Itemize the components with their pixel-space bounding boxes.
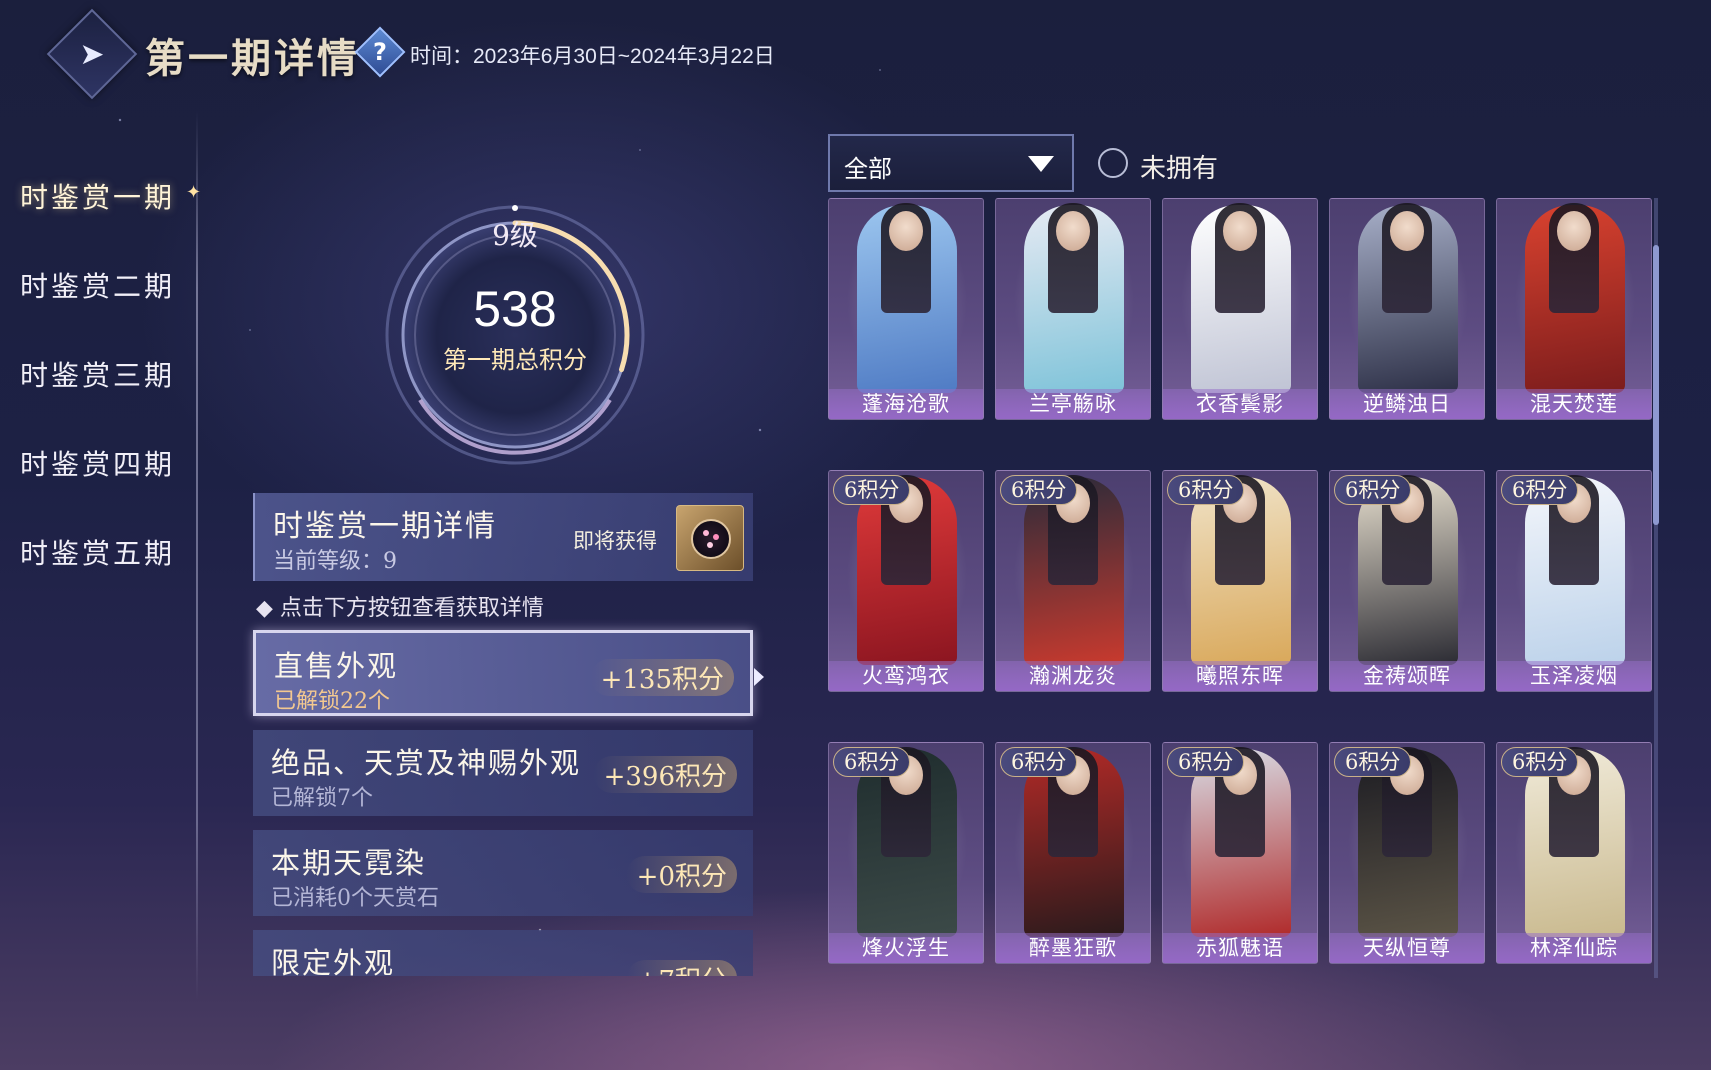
outfit-name: 瀚渊龙炎 xyxy=(1029,664,1117,688)
outfit-card[interactable]: 衣香鬓影 xyxy=(1162,198,1318,420)
outfit-card[interactable]: 赤狐魅语 6积分 xyxy=(1162,742,1318,964)
outfit-name: 衣香鬓影 xyxy=(1196,392,1284,416)
outfit-card[interactable]: 逆鳞浊日 xyxy=(1329,198,1485,420)
event-time-range: 时间：2023年6月30日~2024年3月22日 xyxy=(410,45,775,68)
current-level: 当前等级：9 xyxy=(273,549,397,574)
outfit-card[interactable]: 烽火浮生 6积分 xyxy=(828,742,984,964)
category-subtitle: 已消耗0个天赏石 xyxy=(271,886,439,911)
outfit-name: 林泽仙踪 xyxy=(1530,936,1618,960)
points-badge: 6积分 xyxy=(1167,475,1245,505)
outfit-card[interactable]: 林泽仙踪 6积分 xyxy=(1496,742,1652,964)
category-limited[interactable]: 限定外观 +7积分 xyxy=(253,930,753,976)
dropdown-value: 全部 xyxy=(844,155,892,183)
category-premium-outfits[interactable]: 绝品、天赏及神赐外观 已解锁7个 +396积分 xyxy=(253,730,753,816)
points-badge: 6积分 xyxy=(1501,747,1579,777)
outfit-card[interactable]: 混天焚莲 xyxy=(1496,198,1652,420)
points-badge: 6积分 xyxy=(1334,747,1412,777)
next-reward-label: 即将获得 xyxy=(573,529,657,553)
character-head xyxy=(889,211,923,251)
category-title: 限定外观 xyxy=(271,946,396,976)
category-title: 绝品、天赏及神赐外观 xyxy=(271,746,582,780)
nav-divider xyxy=(196,110,198,1000)
nav-item-period-1[interactable]: 时鉴赏一期 xyxy=(20,176,175,216)
outfit-name: 混天焚莲 xyxy=(1530,392,1618,416)
outfit-name: 赤狐魅语 xyxy=(1196,936,1284,960)
category-subtitle: 已解锁7个 xyxy=(271,786,373,811)
character-head xyxy=(1223,211,1257,251)
page-title: 第一期详情 xyxy=(145,35,360,82)
nav-item-period-4[interactable]: 时鉴赏四期 xyxy=(20,443,175,483)
category-direct-sale[interactable]: 直售外观 已解锁22个 +135积分 xyxy=(253,630,753,716)
total-score-value: 538 xyxy=(473,281,557,337)
outfit-card[interactable]: 金祷颂晖 6积分 xyxy=(1329,470,1485,692)
character-head xyxy=(1557,211,1591,251)
outfit-name: 醉墨狂歌 xyxy=(1029,936,1117,960)
outfit-name: 曦照东晖 xyxy=(1196,664,1284,688)
outfit-card[interactable]: 醉墨狂歌 6积分 xyxy=(995,742,1151,964)
points-badge: 6积分 xyxy=(1501,475,1579,505)
character-head xyxy=(1056,211,1090,251)
outfit-name: 蓬海沧歌 xyxy=(862,392,950,416)
outfit-grid: 蓬海沧歌 兰亭觞咏 衣香鬓影 逆鳞浊日 混天焚莲 火鸾鸿衣 6积分 瀚渊龙炎 6积分 曦照东晖 6积… xyxy=(828,198,1658,978)
points-badge: 6积分 xyxy=(1334,475,1412,505)
outfit-card[interactable]: 兰亭觞咏 xyxy=(995,198,1151,420)
character-head xyxy=(1390,211,1424,251)
chevron-down-icon xyxy=(1028,156,1054,172)
category-title: 本期天霓染 xyxy=(271,846,427,880)
outfit-name: 逆鳞浊日 xyxy=(1363,392,1451,416)
outfit-name: 烽火浮生 xyxy=(862,936,950,960)
period-detail-card[interactable]: 时鉴赏一期详情 当前等级：9 即将获得 xyxy=(253,493,753,581)
outfit-name: 天纵恒尊 xyxy=(1363,936,1451,960)
category-title: 直售外观 xyxy=(274,649,399,683)
category-points: +7积分 xyxy=(626,960,737,976)
points-badge: 6积分 xyxy=(1167,747,1245,777)
back-button[interactable]: ➤ xyxy=(46,8,138,100)
back-arrow-icon: ➤ xyxy=(79,36,105,72)
points-badge: 6积分 xyxy=(833,475,911,505)
filter-dropdown[interactable]: 全部 xyxy=(828,134,1074,192)
outfit-card[interactable]: 曦照东晖 6积分 xyxy=(1162,470,1318,692)
outfit-name: 金祷颂晖 xyxy=(1363,664,1451,688)
category-points: +0积分 xyxy=(626,856,737,893)
outfit-card[interactable]: 天纵恒尊 6积分 xyxy=(1329,742,1485,964)
detail-title: 时鉴赏一期详情 xyxy=(273,509,497,544)
points-badge: 6积分 xyxy=(833,747,911,777)
not-owned-label: 未拥有 xyxy=(1140,154,1219,184)
hint-text: ◆ 点击下方按钮查看获取详情 xyxy=(256,596,544,621)
next-reward-icon[interactable] xyxy=(676,505,744,571)
category-points: +396积分 xyxy=(593,756,737,793)
not-owned-checkbox[interactable] xyxy=(1098,148,1128,178)
outfit-name: 玉泽凌烟 xyxy=(1530,664,1618,688)
category-subtitle: 已解锁22个 xyxy=(274,689,390,714)
total-score-label: 第一期总积分 xyxy=(443,346,587,374)
selection-arrow-icon xyxy=(754,668,764,686)
help-icon[interactable]: ? xyxy=(354,26,406,78)
outfit-card[interactable]: 瀚渊龙炎 6积分 xyxy=(995,470,1151,692)
level-label: 9级 xyxy=(492,219,538,252)
category-points: +135积分 xyxy=(590,659,734,696)
outfit-name: 兰亭觞咏 xyxy=(1029,392,1117,416)
nav-item-period-5[interactable]: 时鉴赏五期 xyxy=(20,532,175,572)
points-badge: 6积分 xyxy=(1000,475,1078,505)
points-badge: 6积分 xyxy=(1000,747,1078,777)
outfit-name: 火鸾鸿衣 xyxy=(862,664,950,688)
outfit-card[interactable]: 火鸾鸿衣 6积分 xyxy=(828,470,984,692)
nav-item-period-3[interactable]: 时鉴赏三期 xyxy=(20,354,175,394)
outfit-card[interactable]: 蓬海沧歌 xyxy=(828,198,984,420)
grid-scroll-thumb[interactable] xyxy=(1653,245,1659,525)
active-marker-icon: ✦ xyxy=(186,182,202,203)
category-dye[interactable]: 本期天霓染 已消耗0个天赏石 +0积分 xyxy=(253,830,753,916)
hint-label: 点击下方按钮查看获取详情 xyxy=(279,596,544,621)
total-score-ring: 9级 538 第一期总积分 xyxy=(380,200,650,470)
nav-item-period-2[interactable]: 时鉴赏二期 xyxy=(20,265,175,305)
outfit-card[interactable]: 玉泽凌烟 6积分 xyxy=(1496,470,1652,692)
